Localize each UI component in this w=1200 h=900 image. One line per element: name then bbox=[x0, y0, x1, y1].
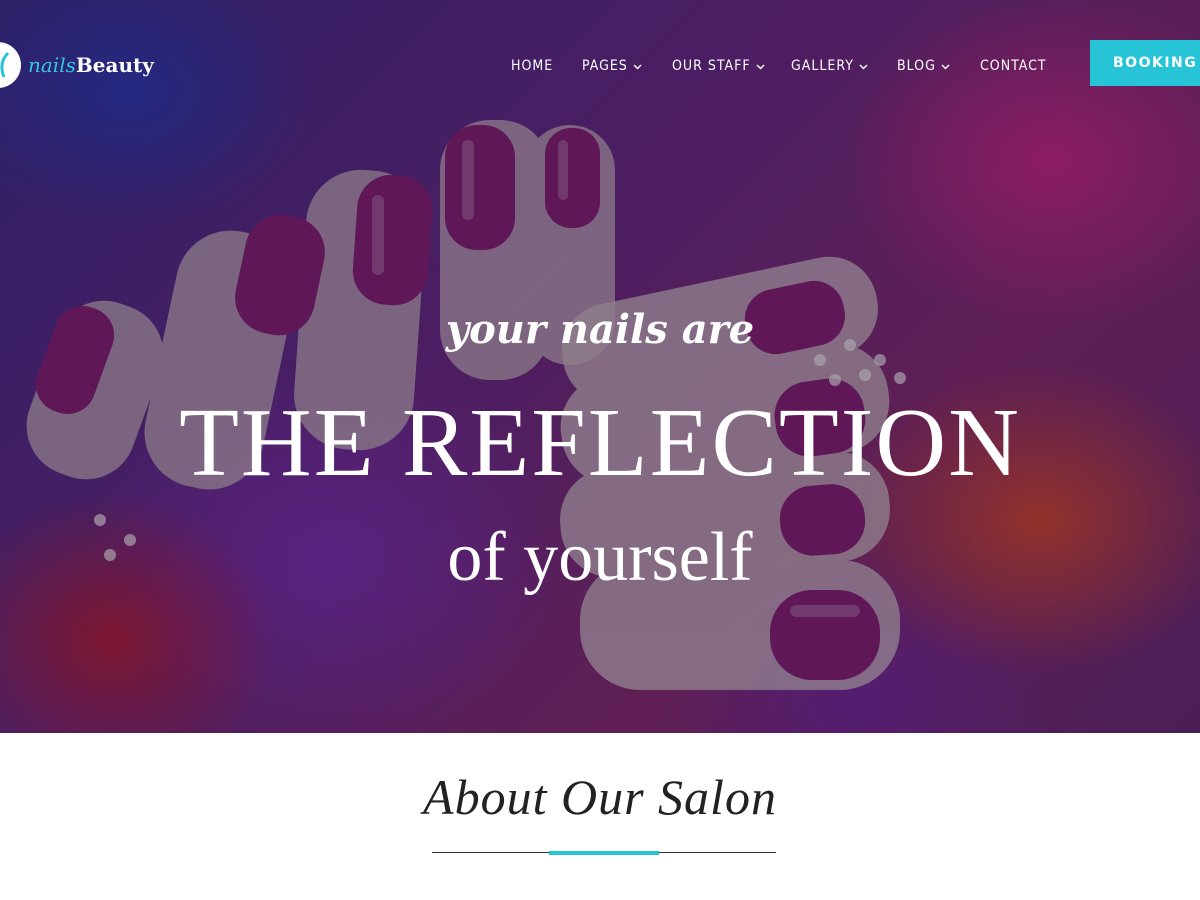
booking-button[interactable]: BOOKING NOW bbox=[1090, 40, 1200, 86]
hero-tagline: your nails are bbox=[445, 306, 755, 353]
hero-headline: THE REFLECTION bbox=[179, 389, 1021, 497]
logo-icon bbox=[0, 41, 22, 89]
nav-item-gallery[interactable]: GALLERY bbox=[791, 58, 868, 74]
site-logo[interactable]: nailsBeauty bbox=[0, 40, 154, 90]
chevron-down-icon bbox=[633, 58, 642, 74]
about-section-title: About Our Salon bbox=[423, 769, 777, 825]
logo-text: nailsBeauty bbox=[28, 53, 154, 77]
nav-item-label: GALLERY bbox=[791, 58, 854, 74]
nav-item-our-staff[interactable]: OUR STAFF bbox=[672, 58, 765, 74]
nav-item-label: CONTACT bbox=[980, 58, 1047, 74]
nav-item-contact[interactable]: CONTACT bbox=[980, 58, 1047, 74]
hero-dark-overlay bbox=[0, 0, 1200, 733]
chevron-down-icon bbox=[756, 58, 765, 74]
nav-item-label: OUR STAFF bbox=[672, 58, 751, 74]
nav-item-label: PAGES bbox=[582, 58, 628, 74]
nav-item-pages[interactable]: PAGES bbox=[582, 58, 642, 74]
logo-text-beauty: Beauty bbox=[75, 53, 154, 77]
logo-text-nails: nails bbox=[28, 53, 76, 77]
chevron-down-icon bbox=[859, 58, 868, 74]
nav-item-blog[interactable]: BLOG bbox=[897, 58, 950, 74]
nav-item-label: HOME bbox=[511, 58, 554, 74]
nav-item-label: BLOG bbox=[897, 58, 936, 74]
nav-item-home[interactable]: HOME bbox=[511, 58, 553, 74]
chevron-down-icon bbox=[941, 58, 950, 74]
hero-subline: of yourself bbox=[447, 519, 753, 596]
section-divider-accent bbox=[549, 851, 659, 855]
hero-banner bbox=[0, 0, 1200, 733]
